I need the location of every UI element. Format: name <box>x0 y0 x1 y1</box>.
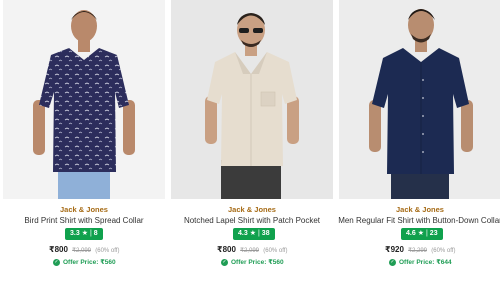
product-image[interactable] <box>171 0 333 199</box>
review-count: 8 <box>93 230 98 237</box>
product-card[interactable]: Jack & Jones Men Regular Fit Shirt with … <box>338 0 500 297</box>
check-circle-icon: ✓ <box>389 258 396 266</box>
rating-badge: 4.3 ★ | 38 <box>233 228 275 240</box>
product-brand: Jack & Jones <box>228 205 276 214</box>
star-icon: ★ <box>249 230 256 237</box>
product-title[interactable]: Men Regular Fit Shirt with Button-Down C… <box>333 216 500 225</box>
offer-price: ✓ Offer Price: ₹560 <box>221 258 284 266</box>
current-price: ₹920 <box>385 245 404 254</box>
rating-value: 4.3 <box>238 230 248 237</box>
product-brand: Jack & Jones <box>396 205 444 214</box>
check-circle-icon: ✓ <box>221 258 228 266</box>
product-image[interactable] <box>339 0 500 199</box>
rating-value: 4.6 <box>406 230 416 237</box>
rating-value: 3.3 <box>70 230 80 237</box>
product-brand: Jack & Jones <box>60 205 108 214</box>
original-price: ₹2,099 <box>240 248 259 254</box>
product-image[interactable] <box>3 0 165 199</box>
star-icon: ★ <box>417 230 424 237</box>
product-card[interactable]: Jack & Jones Notched Lapel Shirt with Pa… <box>171 0 333 297</box>
product-title[interactable]: Notched Lapel Shirt with Patch Pocket <box>165 216 339 225</box>
offer-price-text: Offer Price: ₹644 <box>399 259 452 266</box>
rating-badge: 3.3 ★ | 8 <box>65 228 103 240</box>
rating-badge: 4.6 ★ | 23 <box>401 228 443 240</box>
discount-text: (60% off) <box>431 248 456 254</box>
review-count: 23 <box>429 230 438 237</box>
original-price: ₹2,099 <box>72 248 91 254</box>
price-row: ₹800 ₹2,099 (60% off) <box>217 245 287 254</box>
original-price: ₹2,299 <box>408 248 427 254</box>
discount-text: (60% off) <box>95 248 120 254</box>
product-title[interactable]: Bird Print Shirt with Spread Collar <box>0 216 171 225</box>
offer-price: ✓ Offer Price: ₹560 <box>53 258 116 266</box>
price-row: ₹920 ₹2,299 (60% off) <box>385 245 455 254</box>
offer-price-text: Offer Price: ₹560 <box>231 259 284 266</box>
review-count: 38 <box>261 230 270 237</box>
product-card[interactable]: Jack & Jones Bird Print Shirt with Sprea… <box>3 0 165 297</box>
star-icon: ★ <box>81 230 88 237</box>
current-price: ₹800 <box>49 245 68 254</box>
offer-price: ✓ Offer Price: ₹644 <box>389 258 452 266</box>
check-circle-icon: ✓ <box>53 258 60 266</box>
offer-price-text: Offer Price: ₹560 <box>63 259 116 266</box>
price-row: ₹800 ₹2,099 (60% off) <box>49 245 119 254</box>
discount-text: (60% off) <box>263 248 288 254</box>
current-price: ₹800 <box>217 245 236 254</box>
product-grid: Jack & Jones Bird Print Shirt with Sprea… <box>0 0 500 297</box>
